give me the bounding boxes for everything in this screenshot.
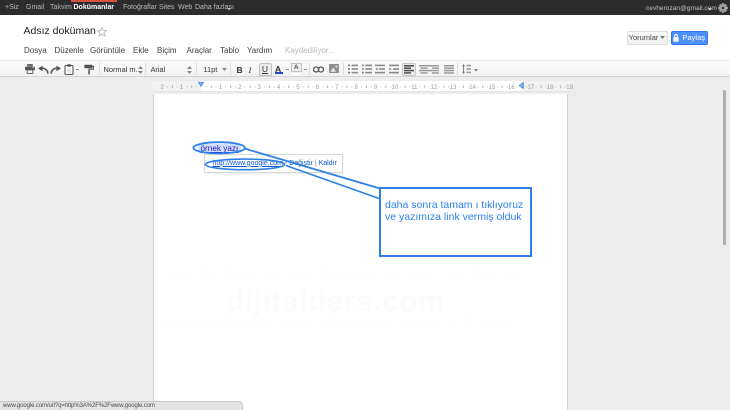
svg-text:15: 15 [489,85,496,91]
svg-text:11: 11 [411,85,418,91]
svg-text:10: 10 [392,85,399,91]
svg-text:13: 13 [450,85,457,91]
svg-text:16: 16 [508,85,515,91]
svg-text:12: 12 [430,85,437,91]
svg-text:17: 17 [527,85,534,91]
svg-text:18: 18 [547,85,554,91]
svg-text:14: 14 [469,85,476,91]
svg-text:19: 19 [566,85,573,91]
